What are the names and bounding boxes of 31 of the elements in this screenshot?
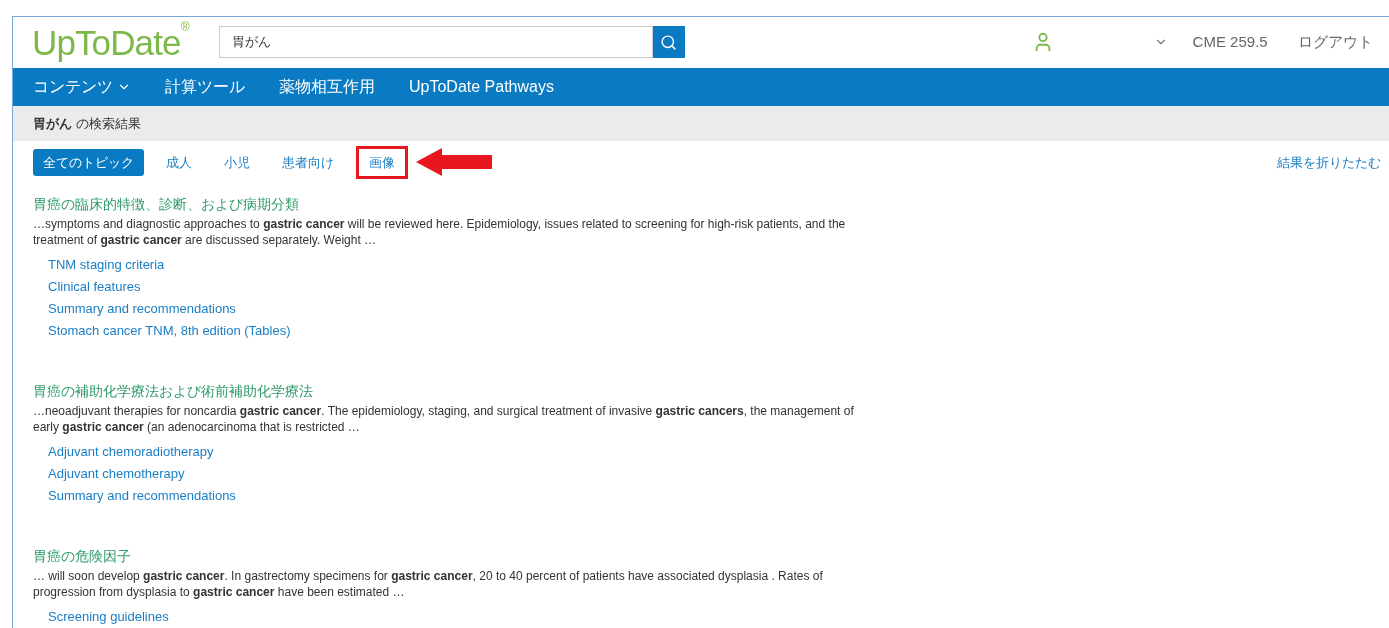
nav-item[interactable]: 計算ツール bbox=[165, 75, 245, 99]
arrow-icon bbox=[416, 148, 492, 177]
section-link[interactable]: Screening guidelines bbox=[48, 606, 169, 628]
filter-tab[interactable]: 全てのトピック bbox=[33, 148, 144, 177]
search-field[interactable]: 胃がん bbox=[218, 26, 653, 59]
cme-credits[interactable]: CME 259.5 bbox=[1192, 31, 1268, 54]
nav-item[interactable]: UpToDate Pathways bbox=[409, 75, 554, 99]
section-link[interactable]: Summary and recommendations bbox=[48, 485, 236, 507]
section-link[interactable]: Adjuvant chemotherapy bbox=[48, 463, 185, 485]
filter-tab[interactable]: 成人 bbox=[156, 148, 202, 177]
search-icon bbox=[660, 33, 678, 51]
section-link[interactable]: Adjuvant chemoradiotherapy bbox=[48, 441, 214, 463]
result-snippet: …neoadjuvant therapies for noncardia gastric cancer. The epidemiology, staging, and surgical treatment of invasive gastric cancers, the management of early gastric cancer (an adenocarcinoma that is restricted … bbox=[33, 403, 855, 435]
section-link[interactable]: Summary and recommendations bbox=[48, 298, 236, 320]
results-heading: 胃がん の検索結果 bbox=[33, 114, 141, 133]
nav-item[interactable]: 薬物相互作用 bbox=[279, 75, 375, 99]
filter-tab[interactable]: 小児 bbox=[214, 148, 260, 177]
section-link[interactable]: Clinical features bbox=[48, 276, 141, 298]
filter-tab[interactable]: 画像 bbox=[356, 145, 408, 180]
search-button[interactable] bbox=[652, 26, 685, 59]
result-snippet: …symptoms and diagnostic approaches to gastric cancer will be reviewed here. Epidemiology, issues related to screening for high-risk patients, and the treatment of gastric cancer are discussed separately. Weight … bbox=[33, 216, 847, 248]
section-link[interactable]: Stomach cancer TNM, 8th edition (Tables) bbox=[48, 320, 291, 342]
result-title[interactable]: 胃癌の臨床的特徴、診断、および病期分類 bbox=[33, 195, 1389, 213]
section-link[interactable]: TNM staging criteria bbox=[48, 254, 165, 276]
nav-item[interactable]: コンテンツ bbox=[33, 75, 131, 99]
logout-link[interactable]: ログアウト bbox=[1297, 31, 1373, 54]
result-snippet: … will soon develop gastric cancer. In gastrectomy specimens for gastric cancer, 20 to 40 percent of patients have associated dysplasia . Rates of progression from dysplasia to gastric cancer have been estimated … bbox=[33, 568, 824, 600]
filter-tab[interactable]: 患者向け bbox=[272, 148, 344, 177]
result-title[interactable]: 胃癌の補助化学療法および術前補助化学療法 bbox=[33, 382, 1389, 400]
collapse-results-link[interactable]: 結果を折りたたむ bbox=[1277, 152, 1381, 173]
result-title[interactable]: 胃癌の危険因子 bbox=[33, 547, 1389, 565]
